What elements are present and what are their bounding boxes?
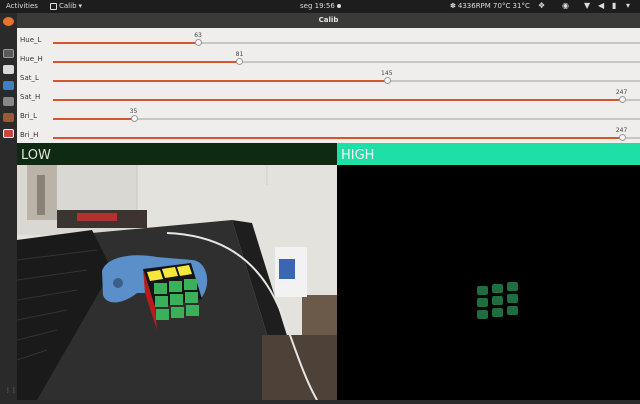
network-icon[interactable]: ▼ bbox=[584, 1, 590, 10]
trackbar-label: Bri_L bbox=[20, 112, 38, 120]
camera-image bbox=[17, 165, 337, 400]
slider-value: 247 bbox=[615, 127, 628, 134]
slider-fill bbox=[53, 99, 622, 101]
slider-track[interactable]: 247 bbox=[53, 127, 640, 141]
slider-track[interactable]: 35 bbox=[53, 108, 640, 122]
low-panel: LOW bbox=[17, 143, 337, 400]
window-titlebar[interactable]: Calib bbox=[17, 13, 640, 28]
camera-scene bbox=[17, 165, 337, 400]
trackbar-sat-h[interactable]: Sat_H 247 bbox=[17, 87, 640, 106]
firefox-icon[interactable] bbox=[3, 17, 14, 26]
trackbar-panel: Hue_L 63 Hue_H 81 Sat_L 145 Sat_H 247 Br… bbox=[17, 28, 640, 143]
system-monitor-indicator[interactable]: ✽ 4336RPM 70°C 31°C bbox=[450, 2, 530, 10]
fan-icon: ✽ bbox=[450, 2, 456, 10]
slider-value: 145 bbox=[381, 70, 393, 77]
dropbox-icon[interactable]: ❖ bbox=[538, 1, 545, 10]
chevron-down-icon: ▾ bbox=[78, 2, 83, 10]
clock-label: seg 19:56 bbox=[300, 2, 335, 10]
software-icon[interactable] bbox=[3, 81, 14, 90]
trackbar-bri-l[interactable]: Bri_L 35 bbox=[17, 106, 640, 125]
volume-icon[interactable]: ◀ bbox=[598, 1, 604, 10]
trackbar-label: Hue_H bbox=[20, 55, 43, 63]
trackbar-bri-h[interactable]: Bri_H 247 bbox=[17, 125, 640, 144]
app-window-icon bbox=[50, 2, 57, 10]
system-status-label: 4336RPM 70°C 31°C bbox=[457, 2, 530, 10]
trackbar-label: Sat_H bbox=[20, 93, 41, 101]
update-icon[interactable]: ◉ bbox=[562, 1, 569, 10]
slider-handle[interactable] bbox=[383, 77, 391, 84]
trackbar-sat-l[interactable]: Sat_L 145 bbox=[17, 68, 640, 87]
mask-image bbox=[337, 165, 640, 400]
trackbar-hue-h[interactable]: Hue_H 81 bbox=[17, 49, 640, 68]
slider-track[interactable]: 247 bbox=[53, 89, 640, 103]
slider-handle[interactable] bbox=[618, 96, 626, 103]
files-icon[interactable] bbox=[3, 49, 14, 58]
slider-fill bbox=[53, 61, 240, 63]
slider-fill bbox=[53, 42, 199, 44]
top-bar: Activities Calib ▾ seg 19:56 ✽ 4336RPM 7… bbox=[0, 0, 640, 13]
high-panel: HIGH bbox=[337, 143, 640, 400]
trackbar-label: Bri_H bbox=[20, 131, 39, 139]
slider-value: 81 bbox=[235, 51, 244, 58]
trackbar-label: Hue_L bbox=[20, 36, 42, 44]
calib-window: Calib Hue_L 63 Hue_H 81 Sat_L 145 Sat_H … bbox=[17, 13, 640, 400]
slider-fill bbox=[53, 118, 134, 120]
mask-blob bbox=[477, 282, 518, 319]
show-apps-icon[interactable]: ⋮⋮ bbox=[5, 387, 17, 394]
low-header: LOW bbox=[17, 143, 337, 165]
slider-value: 35 bbox=[129, 108, 138, 115]
calib-app-icon[interactable] bbox=[3, 129, 14, 138]
app-menu-label: Calib bbox=[59, 2, 77, 10]
slider-handle[interactable] bbox=[618, 134, 626, 141]
trackbar-hue-l[interactable]: Hue_L 63 bbox=[17, 30, 640, 49]
slider-fill bbox=[53, 137, 622, 139]
dock: ⋮⋮ bbox=[0, 13, 17, 400]
slider-track[interactable]: 145 bbox=[53, 70, 640, 84]
trackbar-label: Sat_L bbox=[20, 74, 39, 82]
slider-fill bbox=[53, 80, 387, 82]
slider-track[interactable]: 63 bbox=[53, 32, 640, 46]
clock[interactable]: seg 19:56 bbox=[300, 2, 341, 10]
settings-icon[interactable] bbox=[3, 97, 14, 106]
slider-handle[interactable] bbox=[130, 115, 138, 122]
high-header: HIGH bbox=[337, 143, 640, 165]
slider-handle[interactable] bbox=[195, 39, 203, 46]
battery-icon[interactable]: ▮ bbox=[612, 1, 616, 10]
slider-track[interactable]: 81 bbox=[53, 51, 640, 65]
slider-value: 63 bbox=[194, 32, 202, 39]
app-menu[interactable]: Calib ▾ bbox=[50, 2, 82, 10]
notification-dot-icon bbox=[336, 4, 341, 8]
text-editor-icon[interactable] bbox=[3, 65, 14, 74]
slider-handle[interactable] bbox=[236, 58, 244, 65]
terminal-icon[interactable] bbox=[3, 113, 14, 122]
power-icon[interactable]: ▾ bbox=[626, 1, 630, 10]
slider-value: 247 bbox=[615, 89, 628, 96]
activities-button[interactable]: Activities bbox=[6, 2, 38, 10]
